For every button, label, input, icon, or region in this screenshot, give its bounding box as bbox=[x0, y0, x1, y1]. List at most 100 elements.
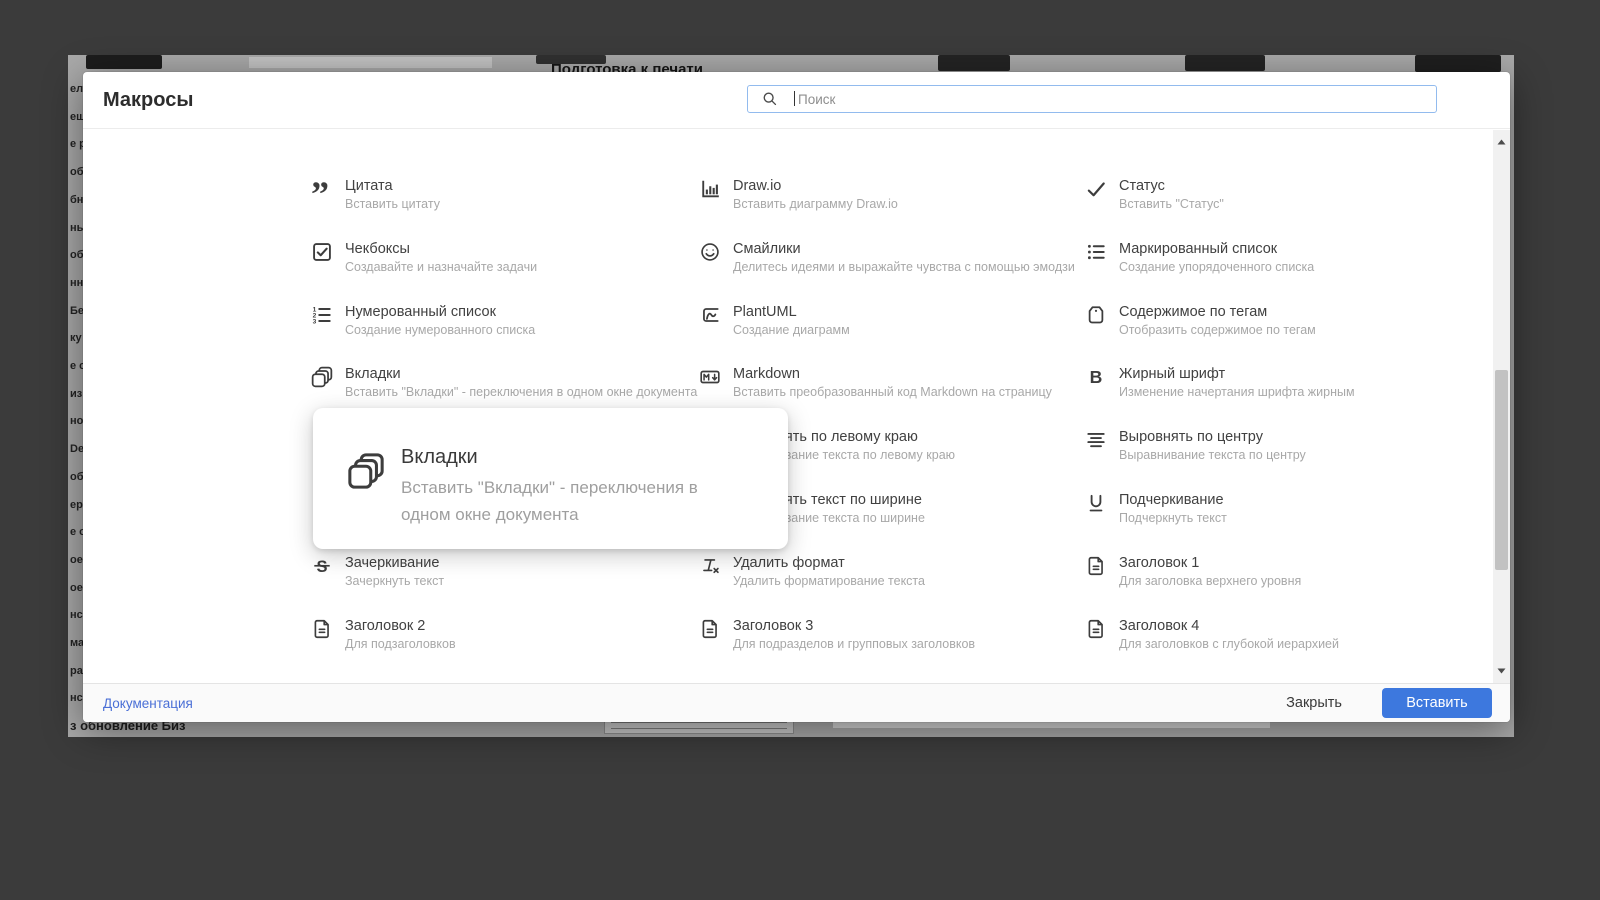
macro-text: Нумерованный список Создание нумерованног… bbox=[345, 303, 535, 338]
macro-description: Удалить форматирование текста bbox=[733, 573, 925, 588]
preview-description: Вставить "Вкладки" - переключения в одно… bbox=[401, 478, 698, 524]
status-icon bbox=[1085, 178, 1107, 200]
macro-item-doc[interactable]: Заголовок 1 Для заголовка верхнего уровня bbox=[1085, 554, 1457, 589]
macro-text: Выровнять по центру Выравнивание текста п… bbox=[1119, 428, 1306, 463]
documentation-link[interactable]: Документация bbox=[103, 696, 193, 711]
tag-icon bbox=[1085, 304, 1107, 326]
macro-description: Выравнивание текста по центру bbox=[1119, 448, 1306, 463]
background-text-fragment: об bbox=[70, 470, 84, 483]
dialog-header: Макросы bbox=[83, 72, 1510, 129]
macro-title: Выровнять по центру bbox=[1119, 429, 1263, 446]
background-text-fragment: ое bbox=[70, 581, 83, 594]
background-tab-block bbox=[86, 55, 162, 69]
scrollbar-thumb[interactable] bbox=[1495, 370, 1508, 570]
macro-item-plantuml[interactable]: PlantUML Создание диаграмм bbox=[699, 303, 1071, 338]
doc-icon bbox=[699, 618, 721, 640]
macro-text: Жирный шрифт Изменение начертания шрифта … bbox=[1119, 365, 1355, 400]
macro-title: Markdown bbox=[733, 366, 800, 383]
macro-text: Markdown Вставить преобразованный код Mar… bbox=[733, 365, 1052, 400]
macro-item-drawio[interactable]: Draw.io Вставить диаграмму Draw.io bbox=[699, 177, 1071, 212]
macro-item-emoji[interactable]: Смайлики Делитесь идеями и выражайте чувс… bbox=[699, 240, 1075, 275]
search-icon bbox=[761, 90, 778, 107]
macro-item-doc[interactable]: Заголовок 4 Для заголовков с глубокой иер… bbox=[1085, 617, 1457, 652]
svg-text:”: ” bbox=[311, 178, 329, 200]
macro-item-tabs[interactable]: Вкладки Вставить "Вкладки" - переключения… bbox=[311, 365, 697, 400]
macro-text: Цитата Вставить цитату bbox=[345, 177, 440, 212]
macro-preview-card[interactable]: Вкладки Вставить "Вкладки" - переключени… bbox=[313, 408, 788, 549]
macro-description: Создавайте и назначайте задачи bbox=[345, 259, 538, 274]
macro-description: Вставить цитату bbox=[345, 197, 440, 211]
background-text-fragment: ра bbox=[70, 664, 83, 677]
plantuml-icon bbox=[699, 304, 721, 326]
scroll-up-icon[interactable] bbox=[1496, 138, 1507, 146]
background-text-fragment: нс bbox=[70, 609, 83, 622]
align-center-icon bbox=[1085, 429, 1107, 451]
macro-item-doc[interactable]: Заголовок 2 Для подзаголовков bbox=[311, 617, 683, 652]
macro-item-numbered-list[interactable]: 1 2 3 Нумерованный список Создание нумерован… bbox=[311, 303, 683, 338]
background-text-fragment: ку bbox=[70, 332, 82, 345]
svg-text:B: B bbox=[1090, 367, 1103, 387]
insert-button[interactable]: Вставить bbox=[1382, 688, 1492, 718]
macro-text: Чекбоксы Создавайте и назначайте задачи bbox=[345, 240, 537, 275]
macro-text: PlantUML Создание диаграмм bbox=[733, 303, 850, 338]
bullet-list-icon bbox=[1085, 241, 1107, 263]
macro-item-markdown[interactable]: Markdown Вставить преобразованный код Mar… bbox=[699, 365, 1071, 400]
strikethrough-icon: S bbox=[311, 555, 333, 577]
search-box[interactable] bbox=[747, 85, 1437, 113]
scroll-down-icon[interactable] bbox=[1496, 667, 1507, 675]
macro-item-underline[interactable]: Подчеркивание Подчеркнуть текст bbox=[1085, 491, 1457, 526]
macro-description: Для подразделов и групповых заголовков bbox=[733, 636, 976, 651]
macro-title: Подчеркивание bbox=[1119, 492, 1224, 508]
background-tab-block bbox=[938, 55, 1010, 71]
macro-description: Зачеркнуть текст bbox=[345, 573, 445, 588]
background-text-fragment: нс bbox=[70, 692, 83, 705]
macro-item-bold[interactable]: B Жирный шрифт Изменение начертания шрифта… bbox=[1085, 365, 1457, 400]
macro-title: Заголовок 2 bbox=[345, 617, 426, 634]
background-tab-block bbox=[1185, 55, 1265, 71]
macro-title: Зачеркивание bbox=[345, 554, 440, 571]
close-button[interactable]: Закрыть bbox=[1280, 694, 1348, 712]
macro-title: Маркированный список bbox=[1119, 240, 1278, 257]
macro-item-strikethrough[interactable]: S Зачеркивание Зачеркнуть текст bbox=[311, 554, 683, 589]
background-text-fragment: De bbox=[70, 443, 84, 456]
macro-text: Статус Вставить "Статус" bbox=[1119, 177, 1224, 212]
macro-description: Для подзаголовков bbox=[345, 636, 456, 651]
macro-item-align-center[interactable]: Выровнять по центру Выравнивание текста п… bbox=[1085, 428, 1457, 463]
tabs-icon bbox=[347, 452, 385, 490]
background-text-fragment: ма bbox=[70, 637, 84, 649]
doc-icon bbox=[311, 618, 333, 640]
macros-list: ” Цитата Вставить цитату Чекбоксы Создавайте… bbox=[83, 129, 1510, 683]
dialog-title: Макросы bbox=[103, 89, 194, 111]
macro-item-status[interactable]: Статус Вставить "Статус" bbox=[1085, 177, 1457, 212]
macro-description: Изменение начертания шрифта жирным bbox=[1119, 385, 1355, 400]
macro-title: Заголовок 1 bbox=[1119, 554, 1200, 571]
macro-text: Подчеркивание Подчеркнуть текст bbox=[1119, 491, 1227, 526]
macro-item-quote[interactable]: ” Цитата Вставить цитату bbox=[311, 177, 683, 212]
macro-item-bullet-list[interactable]: Маркированный список Создание упорядоченн… bbox=[1085, 240, 1457, 275]
macro-text: Заголовок 4 Для заголовков с глубокой иер… bbox=[1119, 617, 1339, 652]
background-text-fragment: е о bbox=[70, 526, 84, 539]
search-input[interactable] bbox=[748, 86, 1436, 112]
macro-item-removeformat[interactable]: Удалить формат Удалить форматирование тек… bbox=[699, 554, 1071, 589]
doc-icon bbox=[1085, 555, 1107, 577]
background-strip bbox=[249, 57, 492, 68]
background-text-fragment: Бе bbox=[70, 304, 84, 317]
macro-title: Заголовок 3 bbox=[733, 617, 814, 634]
background-text-fragment: ое bbox=[70, 553, 83, 566]
macro-item-checkbox[interactable]: Чекбоксы Создавайте и назначайте задачи bbox=[311, 240, 683, 275]
macro-description: Для заголовков с глубокой иерархией bbox=[1119, 636, 1339, 651]
macro-description: Создание диаграмм bbox=[733, 322, 850, 337]
macro-title: Жирный шрифт bbox=[1119, 366, 1226, 383]
macro-title: Смайлики bbox=[733, 240, 801, 257]
macro-title: Чекбоксы bbox=[345, 240, 410, 257]
macro-item-doc[interactable]: Заголовок 3 Для подразделов и групповых з… bbox=[699, 617, 1071, 652]
bold-icon: B bbox=[1085, 366, 1107, 388]
checkbox-icon bbox=[311, 241, 333, 263]
scrollbar[interactable] bbox=[1493, 130, 1510, 683]
macro-text: Маркированный список Создание упорядоченн… bbox=[1119, 240, 1314, 275]
macro-title: Статус bbox=[1119, 178, 1165, 194]
macro-item-tag[interactable]: Содержимое по тегам Отобразить содержимое… bbox=[1085, 303, 1457, 338]
background-text-fragment: из bbox=[70, 387, 83, 400]
macro-description: Вставить диаграмму Draw.io bbox=[733, 197, 898, 211]
markdown-icon bbox=[699, 366, 721, 388]
